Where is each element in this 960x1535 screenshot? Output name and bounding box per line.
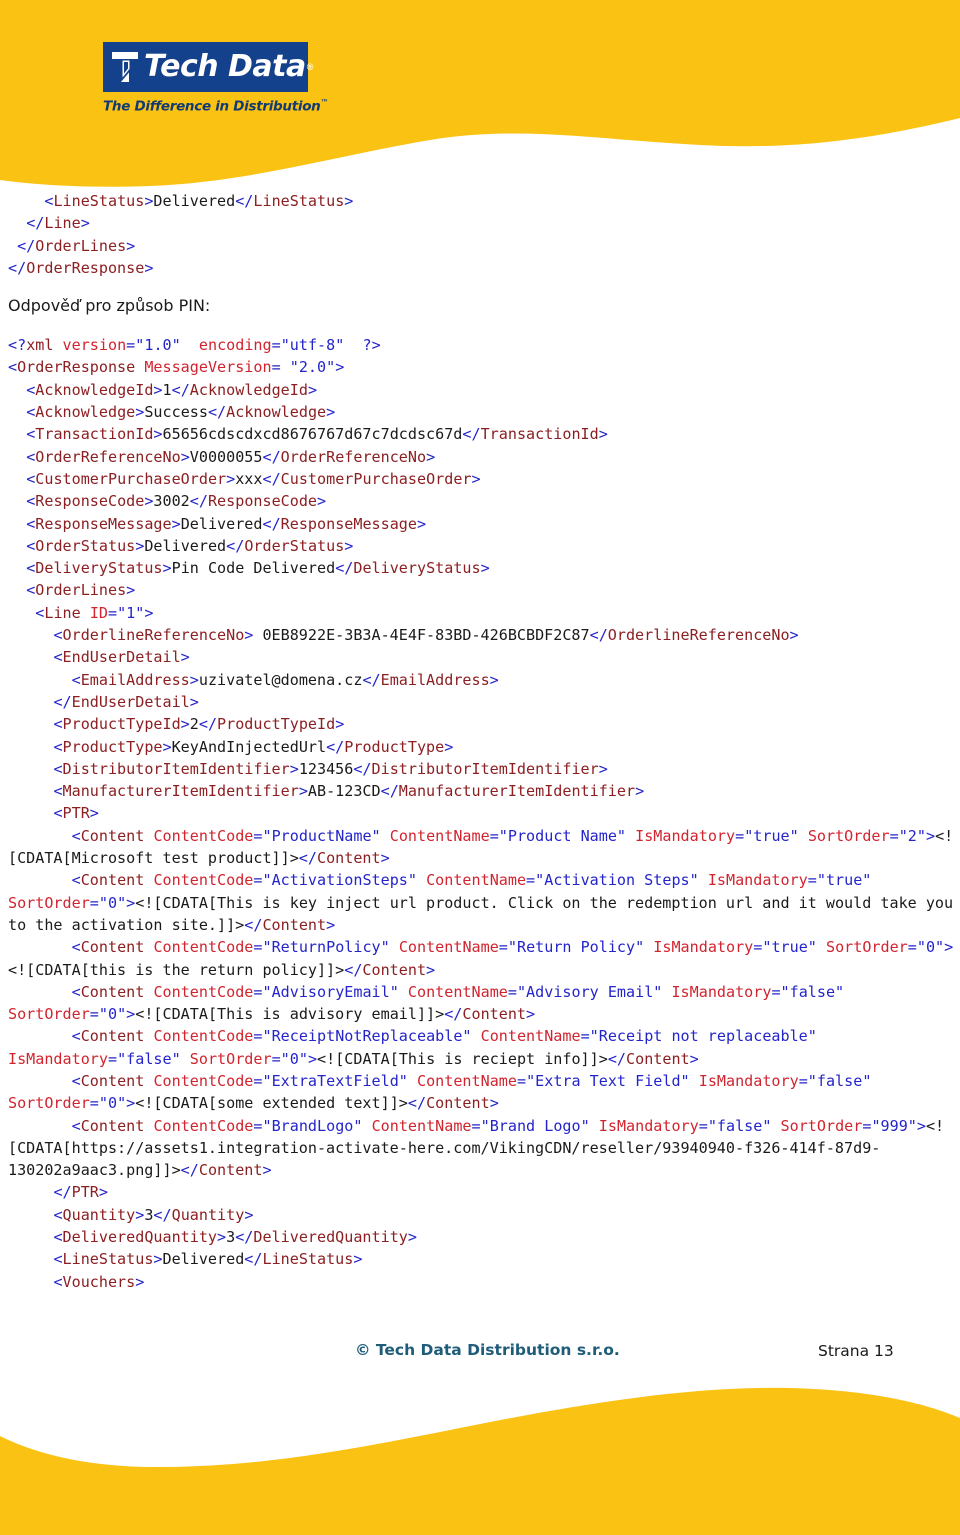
logo-tagline-text: The Difference in Distribution (103, 98, 321, 115)
page-footer: © Tech Data Distribution s.r.o. Strana 1… (0, 1341, 960, 1367)
page-header-band: Tech Data ® The Difference in Distributi… (0, 0, 960, 200)
logo-registered-mark: ® (306, 62, 314, 72)
document-body: <LineStatus>Delivered</LineStatus> </Lin… (0, 190, 960, 1293)
page-footer-band (0, 1378, 960, 1535)
footer-copyright: © Tech Data Distribution s.r.o. (355, 1341, 620, 1359)
logo-plate: Tech Data ® (103, 42, 313, 92)
logo-trademark-mark: ™ (320, 98, 329, 107)
tech-data-logo: Tech Data ® The Difference in Distributi… (103, 42, 328, 115)
section-caption: Odpověď pro způsob PIN: (8, 296, 211, 316)
code-block-pin-response: <?xml version="1.0" encoding="utf-8" ?> … (8, 336, 954, 1291)
logo-tagline: The Difference in Distribution™ (103, 98, 328, 115)
footer-yellow-curve (0, 1387, 960, 1535)
td-monogram-icon (112, 52, 138, 82)
footer-page-number: Strana 13 (818, 1342, 894, 1360)
code-block-previous-response-tail: <LineStatus>Delivered</LineStatus> </Lin… (8, 192, 354, 277)
logo-wordmark: Tech Data (144, 49, 306, 84)
